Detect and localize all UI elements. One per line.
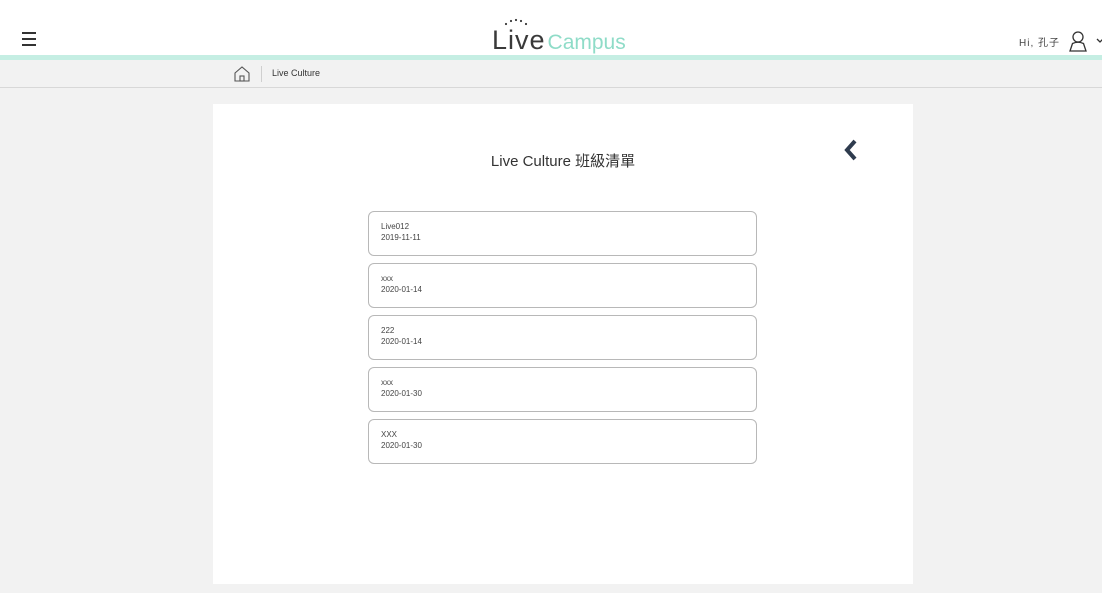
- class-date: 2019-11-11: [381, 233, 421, 242]
- chevron-down-icon[interactable]: [1096, 36, 1102, 46]
- user-menu[interactable]: Hi, 孔子: [1019, 30, 1102, 52]
- class-list-item[interactable]: xxx 2020-01-30: [368, 367, 757, 412]
- class-date: 2020-01-30: [381, 441, 422, 450]
- page-title: Live Culture 班級清單: [490, 153, 636, 170]
- logo-dots-icon: [504, 18, 528, 26]
- user-icon[interactable]: [1068, 30, 1088, 52]
- hamburger-menu-icon[interactable]: [22, 32, 38, 46]
- class-list-item[interactable]: XXX 2020-01-30: [368, 419, 757, 464]
- class-list-item[interactable]: Live012 2019-11-11: [368, 211, 757, 256]
- class-date: 2020-01-30: [381, 389, 422, 398]
- class-name: xxx: [381, 274, 393, 283]
- class-list: Live012 2019-11-11 xxx 2020-01-14 222 20…: [368, 211, 757, 471]
- class-list-item[interactable]: xxx 2020-01-14: [368, 263, 757, 308]
- class-date: 2020-01-14: [381, 337, 422, 346]
- class-name: 222: [381, 326, 395, 335]
- class-name: XXX: [381, 430, 398, 439]
- class-name: xxx: [381, 378, 393, 387]
- class-list-item[interactable]: 222 2020-01-14: [368, 315, 757, 360]
- breadcrumb-current: Live Culture: [272, 68, 321, 78]
- top-header: Live Campus Hi, 孔子: [0, 0, 1102, 60]
- home-icon[interactable]: [233, 65, 251, 83]
- user-greeting: Hi, 孔子: [1019, 37, 1060, 49]
- breadcrumb-divider: [261, 66, 262, 82]
- logo-live-text: Live: [492, 25, 546, 55]
- breadcrumb: Live Culture: [0, 60, 1102, 88]
- class-list-panel: Live Culture 班級清單 Live012 2019-11-11 xxx…: [213, 104, 913, 584]
- class-date: 2020-01-14: [381, 285, 422, 294]
- class-name: Live012: [381, 222, 410, 231]
- logo-campus-text: Campus: [547, 31, 626, 54]
- site-logo[interactable]: Live Campus: [492, 18, 626, 59]
- chevron-left-icon[interactable]: [843, 139, 859, 161]
